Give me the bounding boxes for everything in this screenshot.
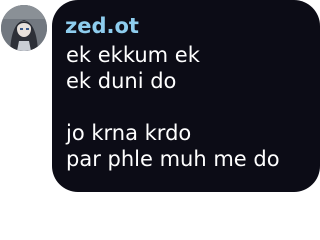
message-line: ek ekkum ek bbox=[66, 43, 200, 67]
message-text: ek ekkum ek ek duni do jo krna krdo par … bbox=[66, 42, 280, 172]
avatar-image bbox=[1, 5, 47, 51]
message-line: ek duni do bbox=[66, 69, 177, 93]
message-line: jo krna krdo bbox=[66, 121, 192, 145]
message-line: par phle muh me do bbox=[66, 147, 280, 171]
user-avatar-icon[interactable] bbox=[1, 5, 47, 51]
username[interactable]: zed.ot bbox=[65, 12, 139, 40]
message-bubble: zed.ot ek ekkum ek ek duni do jo krna kr… bbox=[52, 0, 320, 192]
message-line-blank bbox=[66, 94, 280, 120]
